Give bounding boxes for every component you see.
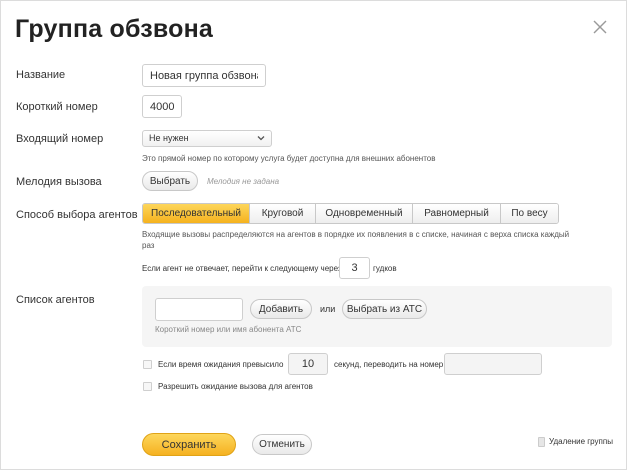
strategy-hint-line2: раз [142,241,155,250]
dialog-title: Группа обзвона [15,15,214,43]
close-icon[interactable] [591,18,609,36]
strategy-option-sequential[interactable]: Последовательный [143,204,250,223]
name-input[interactable] [142,64,266,87]
cancel-button[interactable]: Отменить [252,434,312,455]
no-answer-text: Если агент не отвечает, перейти к следую… [142,264,342,273]
ringtone-status: Мелодия не задана [207,177,280,186]
strategy-option-uniform[interactable]: Равномерный [413,204,501,223]
strategy-hint-line1: Входящие вызовы распределяются на агенто… [142,230,570,239]
wait-redirect-number-input[interactable] [444,353,542,375]
delete-group-link[interactable]: Удаление группы [549,437,613,446]
wait-timeout-checkbox[interactable] [143,360,152,369]
trash-icon[interactable] [538,437,545,447]
add-agent-button[interactable]: Добавить [250,299,312,319]
strategy-label: Способ выбора агентов [16,209,138,221]
incoming-number-hint: Это прямой номер по которому услуга буде… [142,154,436,163]
or-text: или [320,304,336,314]
save-button[interactable]: Сохранить [142,433,236,456]
ringtone-label: Мелодия вызова [16,176,102,188]
wait-seconds-input[interactable] [288,353,328,375]
chevron-down-icon [257,134,265,144]
pick-from-ats-button[interactable]: Выбрать из АТС [342,299,427,319]
incoming-number-select[interactable]: Не нужен [142,130,272,147]
short-number-label: Короткий номер [16,101,98,113]
incoming-number-selected: Не нужен [149,133,189,143]
call-group-dialog: Группа обзвона Название Короткий номер В… [0,0,627,470]
wait-exceeded-text: Если время ожидания превысило [158,360,284,369]
allow-wait-checkbox[interactable] [143,382,152,391]
strategy-option-round-robin[interactable]: Круговой [250,204,316,223]
agents-list-label: Список агентов [16,294,95,306]
no-answer-rings-input[interactable] [339,257,370,279]
wait-redirect-text: секунд, переводить на номер [334,360,444,369]
incoming-number-label: Входящий номер [16,133,104,145]
strategy-segmented-control: Последовательный Круговой Одновременный … [142,203,559,224]
agent-number-input[interactable] [155,298,243,321]
agents-hint: Короткий номер или имя абонента АТС [155,325,302,334]
allow-wait-text: Разрешить ожидание вызова для агентов [158,382,313,391]
strategy-option-by-weight[interactable]: По весу [501,204,558,223]
choose-ringtone-button[interactable]: Выбрать [142,171,198,191]
strategy-option-simultaneous[interactable]: Одновременный [316,204,413,223]
short-number-input[interactable] [142,95,182,118]
name-label: Название [16,69,66,81]
no-answer-unit: гудков [373,264,397,273]
